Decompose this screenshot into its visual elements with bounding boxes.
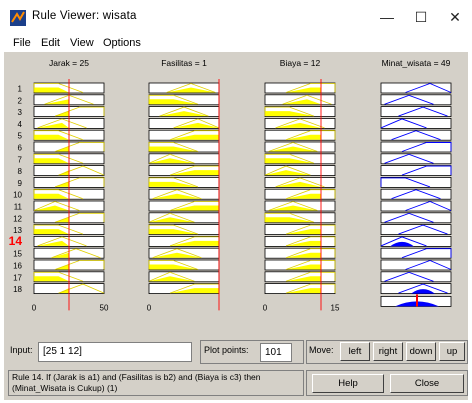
menu-edit[interactable]: Edit [41,37,60,49]
rules-plot[interactable]: Jarak = 25 Fasilitas = 1 Biaya = 12 Minat_w… [4,52,468,338]
rule-cell [380,188,452,200]
rule-cell [380,177,452,188]
rule-cell [380,141,452,153]
menu-bar: File Edit View Options [0,34,472,54]
rule-number: 8 [18,167,23,176]
column-header: Minat_wisata = 49 [382,58,451,68]
maximize-button[interactable]: ☐ [406,6,436,28]
rule-cell [380,129,452,141]
status-text: Rule 14. If (Jarak is a1) and (Fasilitas… [8,370,304,396]
rule-number: 2 [18,96,23,105]
rule-number: 16 [13,262,22,271]
move-label: Move: [309,345,334,355]
input-label: Input: [10,345,33,355]
column-header: Fasilitas = 1 [161,58,207,68]
rule-cell [380,247,452,259]
matlab-app-icon [10,10,26,26]
menu-view[interactable]: View [70,37,94,49]
rule-number: 12 [13,214,22,223]
column-header: Biaya = 12 [280,58,321,68]
close-window-button[interactable]: ✕ [440,6,470,28]
input-field[interactable]: [25 1 12] [38,342,192,362]
rule-cell [380,224,452,236]
rule-number: 15 [13,250,22,259]
help-button[interactable]: Help [312,374,384,393]
rule-cell [380,106,452,117]
move-down-button[interactable]: down [406,342,436,361]
axis-min-label: 0 [147,303,152,312]
axis-min-label: 0 [263,303,268,312]
control-panel: Input: [25 1 12] Plot points: 101 Move: … [4,338,468,400]
rule-cell [380,94,452,106]
column-header: Jarak = 25 [49,58,89,68]
rule-number: 18 [13,285,22,294]
title-bar: Rule Viewer: wisata — ☐ ✕ [0,0,472,34]
axis-max-label: 15 [331,303,340,312]
menu-file[interactable]: File [13,37,31,49]
move-up-button[interactable]: up [439,342,465,361]
rule-cell [380,271,452,283]
close-button[interactable]: Close [390,374,464,393]
rule-number: 3 [18,108,23,117]
rule-number: 14 [9,234,23,248]
move-left-button[interactable]: left [340,342,370,361]
rule-number: 7 [18,155,23,164]
menu-options[interactable]: Options [103,37,141,49]
rule-cell [380,153,452,165]
move-right-button[interactable]: right [373,342,403,361]
plot-points-label: Plot points: [204,345,249,355]
axis-max-label: 50 [100,303,109,312]
rule-plot-panel: Jarak = 25 Fasilitas = 1 Biaya = 12 Minat_w… [4,52,468,338]
rule-number: 6 [18,144,23,153]
rule-number: 17 [13,273,22,282]
window-title: Rule Viewer: wisata [32,10,137,22]
rule-number: 1 [18,85,23,94]
rule-number: 4 [18,120,23,129]
plot-points-field[interactable]: 101 [260,343,292,362]
rule-number: 5 [18,132,23,141]
axis-min-label: 0 [32,303,37,312]
rule-number: 10 [13,191,22,200]
rule-number: 9 [18,179,23,188]
rule-cell [380,212,452,224]
rule-cell [380,165,452,176]
minimize-button[interactable]: — [372,6,402,28]
rule-number: 11 [14,203,23,212]
